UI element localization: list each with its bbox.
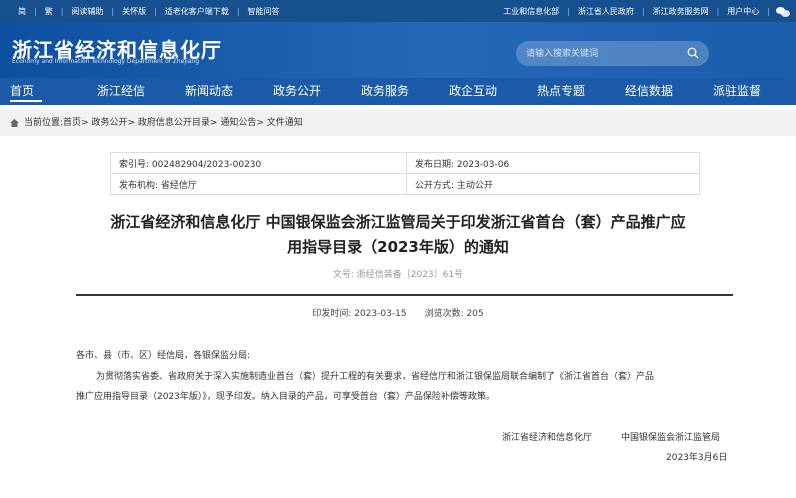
search-input[interactable] [526,41,676,66]
sign-date: 2023年3月6日 [666,453,728,463]
nav-tab-gov-affairs-open[interactable]: 政务公开 [273,78,321,105]
main-nav: 首页 浙江经信 新闻动态 政务公开 政务服务 政企互动 热点专题 经信数据 派驻… [0,78,796,105]
nav-tab-supervision[interactable]: 派驻监督 [713,78,761,105]
smart-qa-link[interactable]: 智能问答 [240,6,288,17]
nav-tab-gov-services[interactable]: 政务服务 [361,78,409,105]
breadcrumb-separator: > [81,118,92,128]
nav-tab-zhejiang-jingxin[interactable]: 浙江经信 [97,78,145,105]
zj-gov-link[interactable]: 浙江省人民政府 [570,6,642,17]
article-body-line2: 推广应用指导目录（2023年版）》，现予印发。纳入目录的产品，可享受首台（套）产… [76,392,495,402]
traditional-chinese-link[interactable]: 繁 [37,6,61,17]
top-utility-left: 简 | 繁 | 阅读辅助 | 关怀版 | 适老化客户端下载 | 智能问答 [10,0,288,22]
site-subtitle: Economy and Information Technology Depar… [12,58,200,65]
site-header: 浙江省经济和信息化厅 Economy and Information Techn… [0,22,796,78]
nav-tab-home[interactable]: 首页 [10,78,43,105]
meta-index-no: 索引号: 002482904/2023-00230 [110,152,407,174]
breadcrumb-prefix: 当前位置: [24,118,64,128]
signer-2: 中国银保监会浙江监管局 [621,433,721,443]
zj-service-link[interactable]: 浙江政务服务网 [645,6,717,17]
meta-pub-date: 发布日期: 2023-03-06 [406,152,700,174]
meta-row: 索引号: 002482904/2023-00230 发布日期: 2023-03-… [110,152,700,174]
breadcrumb-notices[interactable]: 通知公告 [220,118,256,128]
nav-tab-data[interactable]: 经信数据 [625,78,673,105]
care-mode-link[interactable]: 关怀版 [114,6,154,17]
article-title-line1: 浙江省经济和信息化厅 中国银保监会浙江监管局关于印发浙江省首台（套）产品推广应 [110,213,686,231]
article-body-line1: 为贯彻落实省委、省政府关于深入实施制造业首台（套）提升工程的有关要求，省经信厅和… [96,372,655,382]
signer-1: 浙江省经济和信息化厅 [502,433,593,443]
breadcrumb-info-catalog[interactable]: 政府信息公开目录 [138,118,210,128]
breadcrumb-separator: > [127,118,138,128]
divider: | [767,6,770,16]
reading-aid-link[interactable]: 阅读辅助 [63,6,111,17]
simplified-chinese-link[interactable]: 简 [10,6,34,17]
document-number: 文号: 浙经信装备〔2023〕61号 [332,270,464,280]
breadcrumb-file-notices[interactable]: 文件通知 [267,118,303,128]
nav-tab-interaction[interactable]: 政企互动 [449,78,497,105]
meta-row: 发布机构: 省经信厅 公开方式: 主动公开 [110,173,700,195]
meta-open-mode: 公开方式: 主动公开 [406,173,700,195]
elderly-app-download-link[interactable]: 适老化客户端下载 [157,6,237,17]
search-icon[interactable] [687,47,699,59]
breadcrumb-trail: 当前位置:首页> 政务公开> 政府信息公开目录> 通知公告> 文件通知 [24,110,303,136]
breadcrumb-home[interactable]: 首页 [63,118,81,128]
title-divider [76,294,733,296]
top-utility-right: 工业和信息化部 | 浙江省人民政府 | 浙江政务服务网 | 用户中心 | [495,0,790,22]
breadcrumb-separator: > [256,118,267,128]
user-center-link[interactable]: 用户中心 [719,6,767,17]
article-salutation: 各市、县（市、区）经信局，各银保监分局: [76,351,251,361]
breadcrumb-gov-affairs-open[interactable]: 政务公开 [91,118,127,128]
meta-issuer: 发布机构: 省经信厅 [110,173,407,195]
article-title-line2: 用指导目录（2023年版）的通知 [287,238,509,256]
search-box [516,41,709,66]
top-utility-bar: 简 | 繁 | 阅读辅助 | 关怀版 | 适老化客户端下载 | 智能问答 工业和… [0,0,796,22]
nav-tab-topics[interactable]: 热点专题 [537,78,585,105]
home-icon [10,119,19,127]
view-count: 浏览次数: 205 [424,309,484,319]
document-meta-table: 索引号: 002482904/2023-00230 发布日期: 2023-03-… [110,152,700,195]
breadcrumb-separator: > [209,118,221,128]
publish-info: 印发时间: 2023-03-15 浏览次数: 205 [0,306,796,319]
print-time: 印发时间: 2023-03-15 [312,309,407,319]
breadcrumb: 当前位置:首页> 政务公开> 政府信息公开目录> 通知公告> 文件通知 [0,110,796,136]
wechat-icon[interactable] [776,6,790,17]
miit-link[interactable]: 工业和信息化部 [495,6,567,17]
nav-tab-news[interactable]: 新闻动态 [185,78,233,105]
